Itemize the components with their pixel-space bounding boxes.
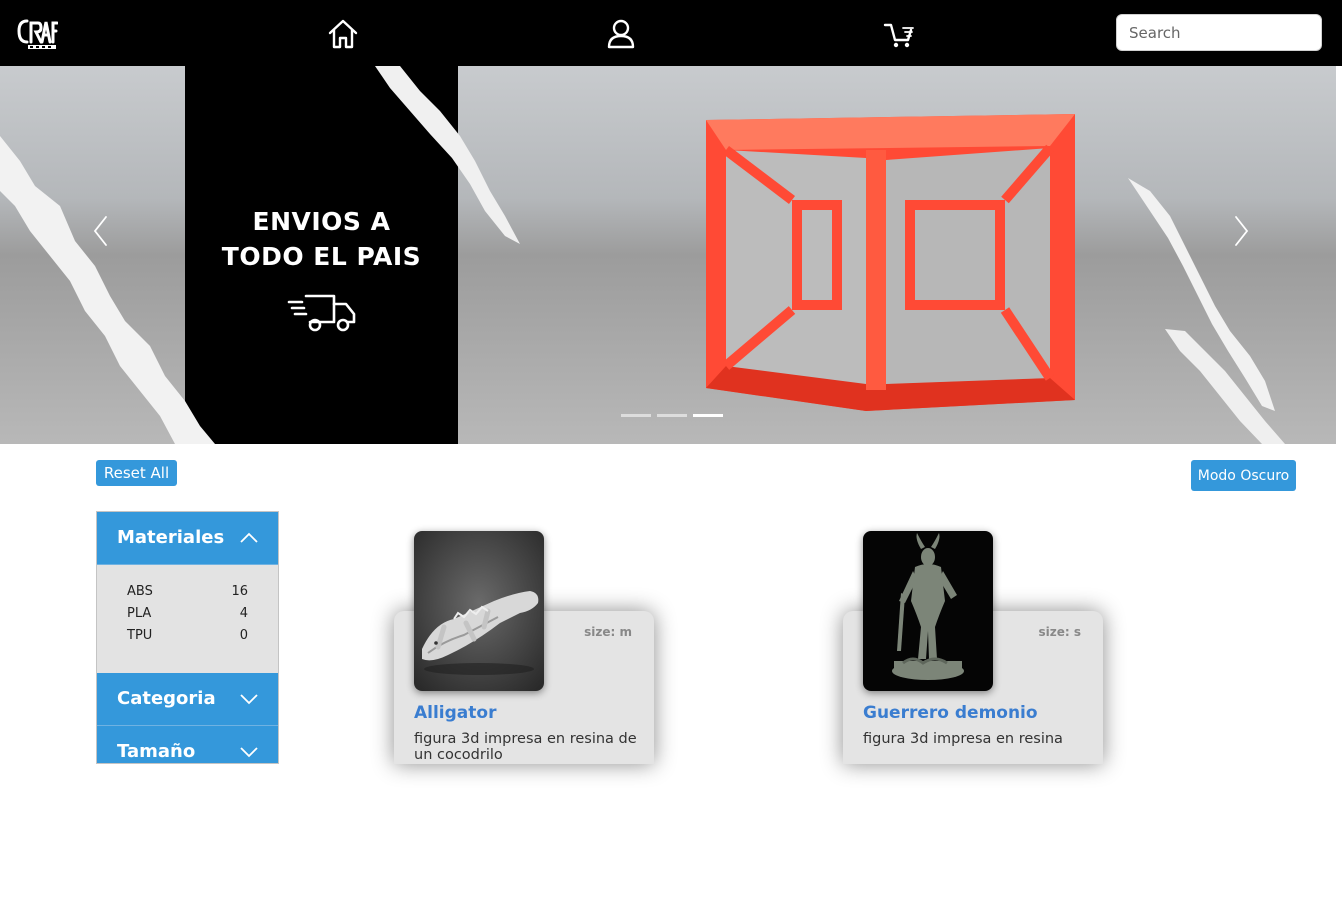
material-name: PLA <box>127 606 152 621</box>
product-title[interactable]: Alligator <box>414 703 496 723</box>
user-icon[interactable] <box>604 17 638 51</box>
material-name: TPU <box>127 628 153 643</box>
material-name: ABS <box>127 584 153 599</box>
cart-icon[interactable] <box>882 17 916 51</box>
hero-carousel: ENVIOS A TODO EL PAIS <box>0 66 1336 444</box>
material-count: 4 <box>239 606 248 621</box>
material-count: 0 <box>239 628 248 643</box>
category-accordion-header[interactable]: Categoria <box>97 673 278 726</box>
reset-all-button[interactable]: Reset All <box>96 460 177 486</box>
product-image-demon-warrior[interactable] <box>863 531 993 691</box>
chevron-up-icon <box>240 532 258 543</box>
product-size: size: s <box>1038 625 1082 639</box>
chevron-down-icon <box>240 694 258 705</box>
delivery-truck-icon <box>287 294 356 332</box>
materials-title: Materiales <box>117 527 225 548</box>
material-item[interactable]: PLA 4 <box>127 603 248 625</box>
carousel-indicators <box>621 414 723 418</box>
material-count: 16 <box>231 584 248 599</box>
material-item[interactable]: TPU 0 <box>127 625 248 647</box>
product-title[interactable]: Guerrero demonio <box>863 703 1038 723</box>
carousel-indicator-3[interactable] <box>693 414 723 417</box>
carousel-next-button[interactable] <box>1226 211 1256 251</box>
craft-logo[interactable] <box>16 15 59 51</box>
product-image-alligator[interactable] <box>414 531 544 691</box>
size-accordion-header[interactable]: Tamaño <box>97 726 278 763</box>
size-title: Tamaño <box>117 741 196 762</box>
carousel-indicator-2[interactable] <box>657 414 687 417</box>
product-description: figura 3d impresa en resina de un cocodr… <box>414 731 637 763</box>
filter-sidebar: Materiales ABS 16 PLA 4 TPU 0 Categoria … <box>96 511 279 764</box>
product-size: size: m <box>584 625 632 639</box>
home-icon[interactable] <box>326 17 360 51</box>
product-description: figura 3d impresa en resina <box>863 731 1063 747</box>
category-title: Categoria <box>117 688 216 709</box>
dark-mode-button[interactable]: Modo Oscuro <box>1191 460 1296 491</box>
promo-text: ENVIOS A TODO EL PAIS <box>221 207 422 271</box>
carousel-indicator-1[interactable] <box>621 414 651 417</box>
chevron-down-icon <box>240 747 258 758</box>
search-input[interactable] <box>1116 14 1322 51</box>
carousel-prev-button[interactable] <box>86 211 116 251</box>
top-navbar <box>0 0 1342 66</box>
materials-list: ABS 16 PLA 4 TPU 0 <box>97 565 278 673</box>
materials-accordion-header[interactable]: Materiales <box>97 512 278 565</box>
material-item[interactable]: ABS 16 <box>127 581 248 603</box>
